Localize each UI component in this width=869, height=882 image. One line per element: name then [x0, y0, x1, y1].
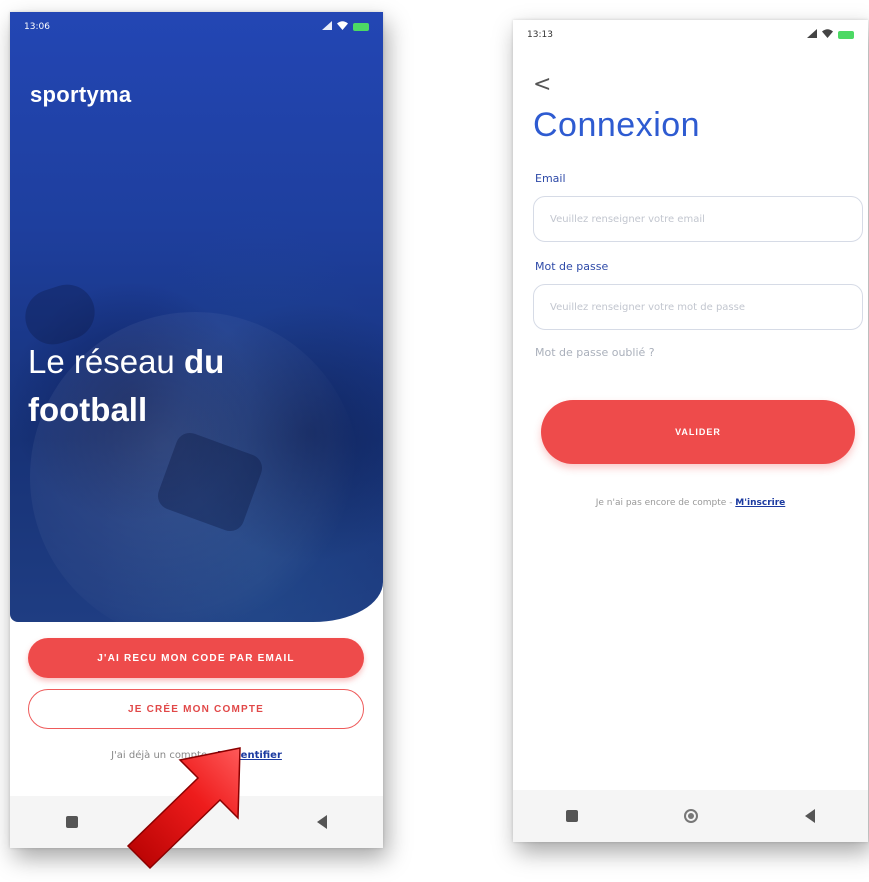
- received-code-button[interactable]: J'AI RECU MON CODE PAR EMAIL: [28, 638, 364, 678]
- signal-icon: [807, 29, 817, 41]
- signup-link[interactable]: M'inscrire: [735, 498, 785, 508]
- page-title: Connexion: [533, 106, 701, 144]
- status-bar: 13:13: [513, 20, 868, 50]
- signup-prompt: Je n'ai pas encore de compte - M'inscrir…: [595, 498, 786, 508]
- battery-icon: [838, 31, 854, 39]
- battery-icon: [353, 23, 369, 31]
- signal-icon: [322, 21, 332, 33]
- recent-apps-icon[interactable]: [566, 810, 579, 822]
- password-field[interactable]: [533, 284, 863, 330]
- email-label: Email: [535, 172, 566, 185]
- back-icon[interactable]: [804, 809, 815, 823]
- brand-logo: sportyma: [30, 82, 132, 107]
- phone-screen-welcome: 13:06 sportyma Le réseau du football J'A…: [10, 12, 383, 848]
- forgot-password-link[interactable]: Mot de passe oublié ?: [535, 346, 655, 359]
- back-icon[interactable]: [316, 815, 327, 829]
- tagline: Le réseau du football: [28, 343, 225, 428]
- password-label: Mot de passe: [535, 260, 609, 273]
- back-chevron-icon[interactable]: <: [533, 72, 551, 97]
- recent-apps-icon[interactable]: [66, 816, 79, 828]
- status-time: 13:06: [24, 22, 50, 32]
- system-nav-bar: [513, 790, 868, 842]
- email-field[interactable]: [533, 196, 863, 242]
- home-icon[interactable]: [684, 809, 699, 823]
- red-arrow-icon: [126, 747, 241, 870]
- wifi-icon: [822, 29, 833, 41]
- status-time: 13:13: [527, 30, 553, 40]
- create-account-button[interactable]: JE CRÉE MON COMPTE: [28, 689, 364, 729]
- wifi-icon: [337, 21, 348, 33]
- phone-screen-login: 13:13 < Connexion Email Mot de passe Mot…: [513, 20, 868, 842]
- submit-button[interactable]: VALIDER: [541, 400, 855, 464]
- status-bar: 13:06: [10, 12, 383, 42]
